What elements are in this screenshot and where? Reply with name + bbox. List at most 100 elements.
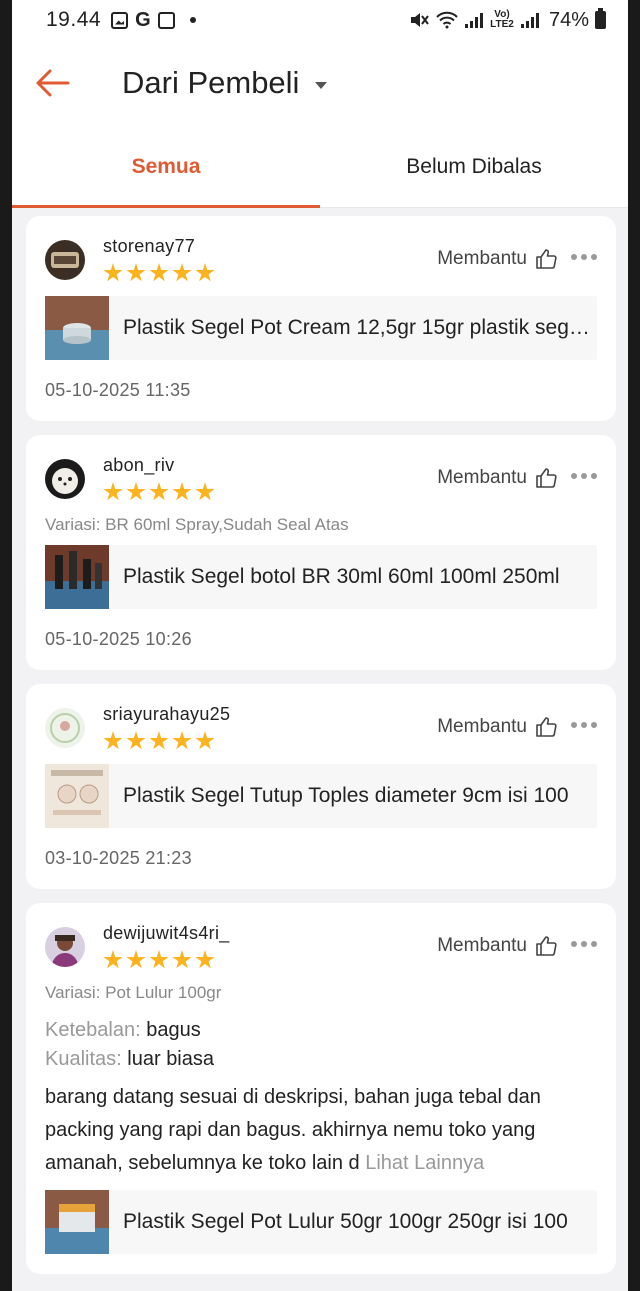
star-rating: [103, 482, 215, 502]
back-button[interactable]: [32, 63, 72, 103]
star-rating: [103, 263, 215, 283]
review-text: barang datang sesuai di deskripsi, bahan…: [45, 1081, 597, 1180]
star-icon: [172, 950, 192, 969]
star-icon: [126, 482, 146, 501]
thumbs-up-icon: [536, 468, 557, 488]
avatar[interactable]: [45, 459, 85, 499]
signal-icon-2: [520, 12, 539, 28]
avatar[interactable]: [45, 708, 85, 748]
product-name: Plastik Segel Pot Cream 12,5gr 15gr plas…: [123, 316, 593, 339]
status-time: 19.44: [46, 8, 102, 31]
app-screen: 19.44 G Vo) LTE2 74% Dari Pembeli Semua …: [0, 0, 640, 1291]
star-icon: [126, 263, 146, 282]
variant-info: Variasi: BR 60ml Spray,Sudah Seal Atas: [45, 515, 349, 534]
helpful-label: Membantu: [437, 467, 527, 488]
product-name: Plastik Segel Pot Lulur 50gr 100gr 250gr…: [123, 1210, 568, 1233]
reviewer-username: abon_riv: [103, 455, 175, 475]
tab-semua[interactable]: Semua: [12, 126, 320, 208]
reviewer-info: storenay77: [103, 236, 215, 283]
helpful-button[interactable]: Membantu: [437, 716, 557, 738]
star-icon: [126, 950, 146, 969]
helpful-button[interactable]: Membantu: [437, 467, 557, 489]
star-icon: [195, 950, 215, 969]
review-date: 05-10-2025 11:35: [45, 380, 191, 400]
gallery-notification-icon: [111, 11, 129, 29]
review-attribute: Kualitas: luar biasa: [45, 1048, 597, 1071]
star-rating: [103, 731, 230, 751]
star-rating: [103, 950, 230, 970]
tab-belum-dibalas[interactable]: Belum Dibalas: [320, 126, 628, 207]
attribute-value: luar biasa: [127, 1048, 214, 1070]
thumbs-up-icon: [536, 249, 557, 269]
thumbs-up-icon: [536, 717, 557, 737]
helpful-button[interactable]: Membantu: [437, 248, 557, 270]
system-icons: Vo) LTE2 74%: [409, 8, 606, 32]
star-icon: [126, 731, 146, 750]
product-thumbnail: [45, 296, 109, 360]
star-icon: [195, 731, 215, 750]
star-icon: [172, 731, 192, 750]
product-thumbnail: [45, 545, 109, 609]
star-icon: [149, 731, 169, 750]
star-icon: [103, 263, 123, 282]
star-icon: [172, 482, 192, 501]
app-bar: Dari Pembeli: [12, 40, 628, 126]
helpful-label: Membantu: [437, 716, 527, 737]
caret-down-icon[interactable]: [315, 81, 328, 89]
network-type-label: Vo) LTE2: [490, 9, 514, 30]
star-icon: [172, 263, 192, 282]
review-card: abon_riv Membantu Variasi: BR 60ml Spray…: [26, 435, 616, 670]
product-name: Plastik Segel botol BR 30ml 60ml 100ml 2…: [123, 565, 560, 588]
page-title[interactable]: Dari Pembeli: [122, 65, 299, 101]
more-options-button[interactable]: [571, 722, 597, 728]
review-header: sriayurahayu25 Membantu: [45, 704, 597, 754]
avatar[interactable]: [45, 240, 85, 280]
helpful-button[interactable]: Membantu: [437, 935, 557, 957]
product-link[interactable]: Plastik Segel botol BR 30ml 60ml 100ml 2…: [45, 545, 597, 609]
review-list: storenay77 Membantu Plastik Segel Pot Cr…: [26, 216, 616, 1288]
status-bar: 19.44 G Vo) LTE2 74%: [12, 0, 628, 40]
review-card: storenay77 Membantu Plastik Segel Pot Cr…: [26, 216, 616, 421]
product-name: Plastik Segel Tutup Toples diameter 9cm …: [123, 784, 569, 807]
review-header: abon_riv Membantu: [45, 455, 597, 505]
helpful-label: Membantu: [437, 935, 527, 956]
reviewer-username: storenay77: [103, 236, 196, 256]
product-link[interactable]: Plastik Segel Pot Cream 12,5gr 15gr plas…: [45, 296, 597, 360]
product-thumbnail: [45, 764, 109, 828]
star-icon: [103, 731, 123, 750]
app-notification-icon: [157, 11, 175, 29]
reviewer-info: abon_riv: [103, 455, 215, 502]
star-icon: [195, 263, 215, 282]
review-header: dewijuwit4s4ri_ Membantu: [45, 923, 597, 973]
more-notifications-icon: [189, 17, 196, 23]
screen-edge-right: [628, 0, 640, 1291]
review-attribute: Ketebalan: bagus: [45, 1019, 597, 1042]
star-icon: [195, 482, 215, 501]
arrow-left-icon: [36, 69, 70, 97]
product-link[interactable]: Plastik Segel Tutup Toples diameter 9cm …: [45, 764, 597, 828]
star-icon: [149, 950, 169, 969]
google-notification-icon: G: [135, 8, 151, 31]
see-more-link[interactable]: Lihat Lainnya: [365, 1152, 484, 1174]
star-icon: [103, 482, 123, 501]
review-date: 05-10-2025 10:26: [45, 629, 192, 649]
review-tabs: Semua Belum Dibalas: [12, 126, 628, 208]
attribute-value: bagus: [146, 1019, 201, 1041]
avatar[interactable]: [45, 927, 85, 967]
reviewer-info: dewijuwit4s4ri_: [103, 923, 230, 970]
attribute-key: Kualitas:: [45, 1048, 122, 1070]
more-options-button[interactable]: [571, 473, 597, 479]
thumbs-up-icon: [536, 936, 557, 956]
review-header: storenay77 Membantu: [45, 236, 597, 286]
star-icon: [149, 263, 169, 282]
signal-icon-1: [464, 12, 483, 28]
mute-icon: [410, 13, 429, 27]
review-date: 03-10-2025 21:23: [45, 848, 192, 868]
more-options-button[interactable]: [571, 941, 597, 947]
attribute-key: Ketebalan:: [45, 1019, 141, 1041]
review-card: sriayurahayu25 Membantu Plastik Segel Tu…: [26, 684, 616, 889]
notification-icons: G: [111, 9, 196, 32]
screen-edge-left: [0, 0, 12, 1291]
more-options-button[interactable]: [571, 254, 597, 260]
product-link[interactable]: Plastik Segel Pot Lulur 50gr 100gr 250gr…: [45, 1190, 597, 1254]
